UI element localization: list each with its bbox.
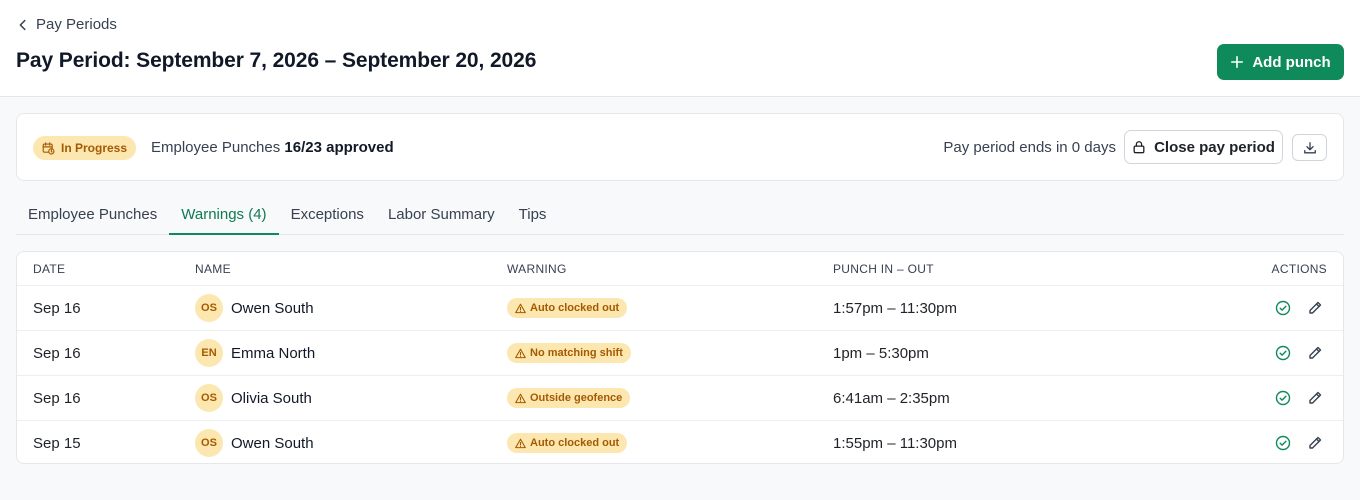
row-employee: EN Emma North bbox=[195, 331, 315, 375]
status-badge: In Progress bbox=[33, 136, 137, 160]
column-header-warning: WARNING bbox=[507, 262, 567, 276]
row-actions bbox=[1275, 331, 1323, 375]
check-circle-icon bbox=[1275, 390, 1291, 406]
page-header: Pay Periods Pay Period: September 7, 202… bbox=[0, 0, 1360, 97]
row-date: Sep 16 bbox=[33, 344, 81, 362]
warnings-table: DATE NAME WARNING PUNCH IN – OUT ACTIONS… bbox=[16, 251, 1344, 464]
table-row: Sep 15 OS Owen South Auto clocked out 1:… bbox=[17, 420, 1343, 463]
row-employee: OS Olivia South bbox=[195, 376, 312, 420]
calendar-clock-icon bbox=[42, 141, 55, 155]
row-actions bbox=[1275, 376, 1323, 420]
pencil-icon bbox=[1309, 436, 1322, 449]
warning-badge: No matching shift bbox=[507, 343, 631, 363]
back-link-label: Pay Periods bbox=[36, 16, 117, 33]
warning-label: No matching shift bbox=[530, 347, 623, 359]
punch-summary-label: Employee Punches bbox=[151, 139, 281, 156]
warning-badge: Outside geofence bbox=[507, 388, 631, 408]
download-button[interactable] bbox=[1292, 134, 1327, 161]
avatar: OS bbox=[195, 384, 223, 412]
row-warning-cell: No matching shift bbox=[507, 331, 631, 375]
approve-button[interactable] bbox=[1275, 435, 1291, 451]
employee-name: Emma North bbox=[231, 344, 316, 362]
punch-summary: Employee Punches 16/23 approved bbox=[151, 139, 394, 156]
tab-tips[interactable]: Tips bbox=[507, 196, 559, 235]
lock-icon bbox=[1133, 141, 1145, 154]
tab-labor-summary[interactable]: Labor Summary bbox=[376, 196, 507, 235]
tab-bar: Employee Punches Warnings (4) Exceptions… bbox=[16, 196, 1344, 235]
row-punch-times: 1:55pm – 11:30pm bbox=[833, 434, 957, 452]
avatar: OS bbox=[195, 429, 223, 457]
close-pay-period-label: Close pay period bbox=[1154, 138, 1275, 156]
approve-button[interactable] bbox=[1275, 300, 1291, 316]
status-card: In Progress Employee Punches 16/23 appro… bbox=[16, 113, 1344, 181]
warning-label: Outside geofence bbox=[530, 392, 623, 404]
edit-button[interactable] bbox=[1307, 390, 1323, 406]
row-actions bbox=[1275, 421, 1323, 463]
employee-name: Owen South bbox=[231, 299, 314, 317]
pay-period-ends-text: Pay period ends in 0 days bbox=[943, 139, 1116, 156]
edit-button[interactable] bbox=[1307, 435, 1323, 451]
tab-exceptions[interactable]: Exceptions bbox=[279, 196, 376, 235]
employee-name: Owen South bbox=[231, 434, 314, 452]
tab-employee-punches[interactable]: Employee Punches bbox=[16, 196, 169, 235]
approve-button[interactable] bbox=[1275, 390, 1291, 406]
row-employee: OS Owen South bbox=[195, 421, 314, 463]
pencil-icon bbox=[1309, 346, 1322, 359]
row-actions bbox=[1275, 286, 1323, 330]
punch-summary-count: 16/23 approved bbox=[284, 139, 394, 156]
alert-triangle-icon bbox=[515, 393, 526, 403]
warning-label: Auto clocked out bbox=[530, 437, 620, 449]
row-employee: OS Owen South bbox=[195, 286, 314, 330]
avatar: OS bbox=[195, 294, 223, 322]
approve-button[interactable] bbox=[1275, 345, 1291, 361]
table-header: DATE NAME WARNING PUNCH IN – OUT ACTIONS bbox=[17, 252, 1343, 285]
edit-button[interactable] bbox=[1307, 345, 1323, 361]
check-circle-icon bbox=[1275, 435, 1291, 451]
add-punch-button[interactable]: Add punch bbox=[1217, 44, 1344, 80]
alert-triangle-icon bbox=[515, 438, 526, 448]
add-punch-label: Add punch bbox=[1252, 53, 1331, 71]
warning-badge: Auto clocked out bbox=[507, 433, 628, 453]
column-header-date: DATE bbox=[33, 262, 66, 276]
check-circle-icon bbox=[1275, 345, 1291, 361]
employee-name: Olivia South bbox=[231, 389, 312, 407]
tab-warnings[interactable]: Warnings (4) bbox=[169, 196, 279, 235]
edit-button[interactable] bbox=[1307, 300, 1323, 316]
alert-triangle-icon bbox=[515, 303, 526, 313]
plus-icon bbox=[1231, 55, 1244, 69]
row-date: Sep 15 bbox=[33, 434, 81, 452]
pencil-icon bbox=[1309, 391, 1322, 404]
row-punch-times: 6:41am – 2:35pm bbox=[833, 389, 950, 407]
warning-label: Auto clocked out bbox=[530, 302, 620, 314]
table-row: Sep 16 EN Emma North No matching shift 1… bbox=[17, 330, 1343, 375]
download-icon bbox=[1303, 141, 1316, 153]
column-header-name: NAME bbox=[195, 262, 231, 276]
check-circle-icon bbox=[1275, 300, 1291, 316]
table-row: Sep 16 OS Owen South Auto clocked out 1:… bbox=[17, 285, 1343, 330]
alert-triangle-icon bbox=[515, 348, 526, 358]
back-link[interactable]: Pay Periods bbox=[16, 16, 117, 33]
chevron-left-icon bbox=[19, 19, 26, 30]
close-pay-period-button[interactable]: Close pay period bbox=[1124, 130, 1283, 164]
pencil-icon bbox=[1309, 301, 1322, 314]
row-punch-times: 1pm – 5:30pm bbox=[833, 344, 929, 362]
row-warning-cell: Auto clocked out bbox=[507, 286, 628, 330]
status-badge-label: In Progress bbox=[61, 141, 128, 155]
row-punch-times: 1:57pm – 11:30pm bbox=[833, 299, 957, 317]
page-title: Pay Period: September 7, 2026 – Septembe… bbox=[16, 49, 537, 72]
row-warning-cell: Outside geofence bbox=[507, 376, 631, 420]
table-row: Sep 16 OS Olivia South Outside geofence … bbox=[17, 375, 1343, 420]
row-date: Sep 16 bbox=[33, 389, 81, 407]
avatar: EN bbox=[195, 339, 223, 367]
row-warning-cell: Auto clocked out bbox=[507, 421, 628, 463]
row-date: Sep 16 bbox=[33, 299, 81, 317]
column-header-punch: PUNCH IN – OUT bbox=[833, 262, 934, 276]
warning-badge: Auto clocked out bbox=[507, 298, 628, 318]
column-header-actions: ACTIONS bbox=[1271, 262, 1327, 276]
